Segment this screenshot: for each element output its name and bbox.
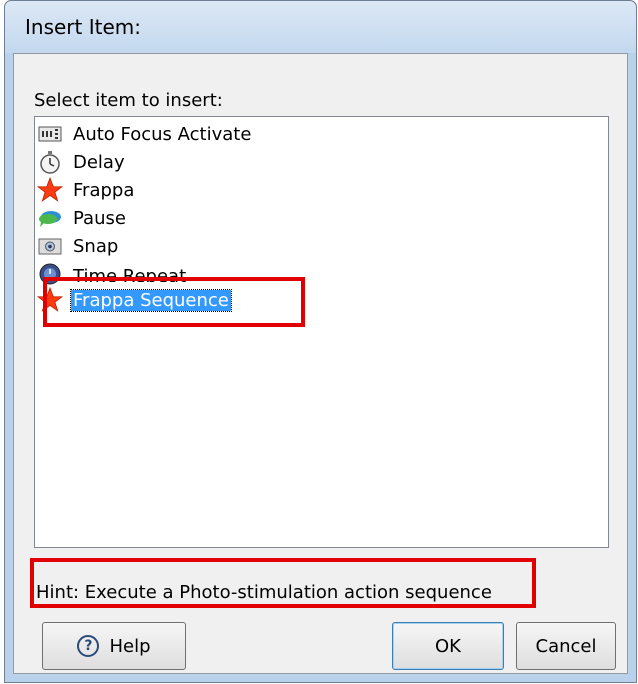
insert-item-dialog: Insert Item: Select item to insert: Auto…	[4, 0, 637, 683]
list-item-pause[interactable]: Pause	[35, 205, 435, 231]
stopwatch-icon	[37, 149, 63, 175]
list-item-label: Auto Focus Activate	[73, 123, 252, 145]
ok-button-label: OK	[435, 635, 461, 657]
highlight-box-hint	[30, 558, 536, 608]
list-item-label: Delay	[73, 151, 125, 173]
list-item-auto-focus-activate[interactable]: Auto Focus Activate	[35, 121, 435, 147]
ok-button[interactable]: OK	[392, 622, 504, 670]
red-star-icon	[37, 177, 63, 203]
camera-icon	[37, 233, 63, 259]
cancel-button-label: Cancel	[535, 635, 597, 657]
list-item-label: Pause	[73, 207, 126, 229]
help-button[interactable]: ? Help	[42, 622, 186, 670]
list-item-delay[interactable]: Delay	[35, 149, 435, 175]
item-listbox[interactable]: Auto Focus Activate Delay Frappa Pause S…	[34, 116, 609, 548]
highlight-box-selection	[43, 277, 305, 327]
list-item-snap[interactable]: Snap	[35, 233, 435, 259]
numeric-display-icon	[37, 121, 63, 147]
list-item-label: Snap	[73, 235, 119, 257]
dialog-title: Insert Item:	[25, 15, 141, 39]
dialog-body: Select item to insert: Auto Focus Activa	[13, 53, 628, 674]
list-item-frappa[interactable]: Frappa	[35, 177, 435, 203]
help-question-icon: ?	[77, 635, 100, 657]
help-button-label: Help	[109, 635, 151, 657]
cancel-button[interactable]: Cancel	[516, 622, 616, 670]
list-item-label: Frappa	[73, 179, 135, 201]
chat-bubble-icon	[37, 205, 63, 231]
select-prompt-label: Select item to insert:	[34, 90, 223, 111]
title-bar[interactable]: Insert Item:	[5, 1, 636, 53]
